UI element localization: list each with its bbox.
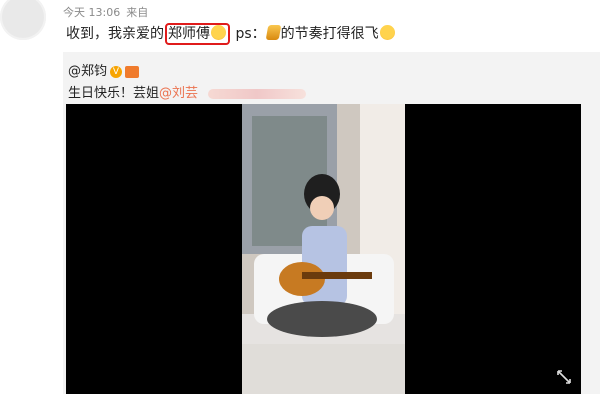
post-text: 收到，我亲爱的 郑师傅 ps： 的节奏打得很飞 — [66, 23, 396, 45]
post-time: 今天 13:06 — [63, 6, 121, 19]
laugh-emoji-icon — [379, 25, 395, 40]
verified-badge-icon: V — [110, 65, 123, 78]
post-source[interactable]: 来自 — [126, 6, 148, 19]
repost-mention: @郑钧 V — [68, 60, 140, 79]
guitar-player-image — [242, 104, 405, 394]
post-text-after: 的节奏打得很飞 — [280, 26, 379, 42]
highlighted-name: 郑师傅 — [165, 23, 230, 45]
ps-emoji-icon — [265, 25, 281, 40]
birthday-text: 生日快乐！芸姐 — [68, 86, 160, 101]
mention-link[interactable]: @刘芸 — [159, 86, 198, 101]
post-meta: 今天 13:06 来自 — [63, 4, 154, 20]
blurred-text — [208, 88, 307, 99]
post-ps: ps： — [231, 26, 266, 42]
repost-text: 生日快乐！芸姐@刘芸 — [68, 82, 307, 101]
post-text-before: 收到，我亲爱的 — [66, 26, 164, 42]
video-player[interactable] — [66, 104, 581, 394]
video-frame — [242, 104, 405, 394]
crown-badge-icon — [125, 65, 140, 78]
expand-icon[interactable] — [557, 370, 571, 384]
highlighted-name-text: 郑师傅 — [168, 26, 210, 42]
mention-username[interactable]: @郑钧 — [68, 64, 107, 79]
laugh-emoji-icon — [211, 25, 226, 40]
avatar[interactable] — [0, 0, 46, 40]
